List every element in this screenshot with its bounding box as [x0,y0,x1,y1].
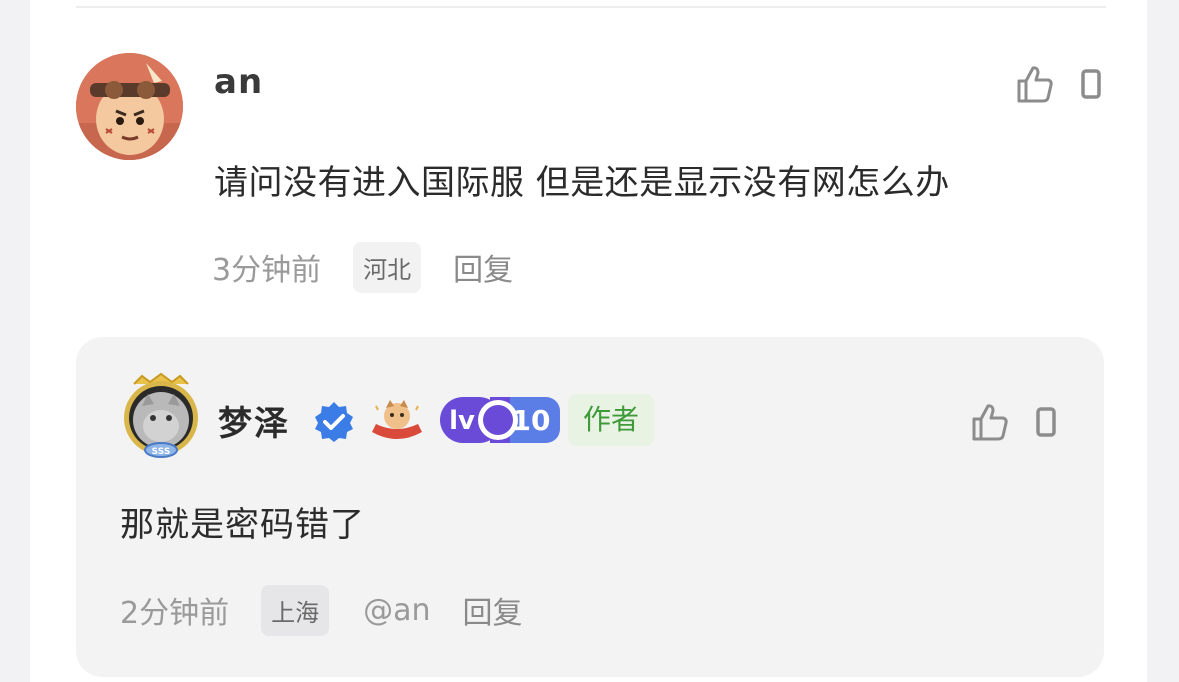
thumb-up-icon[interactable] [1016,64,1054,108]
event-badge-icon [368,394,426,448]
comment-meta: 2分钟前 上海 @an 回复 [120,584,523,636]
thumb-up-icon[interactable] [971,402,1009,446]
dislike-icon[interactable] [1035,406,1057,442]
cat-avatar-with-frame-icon: SSS [124,372,198,458]
top-divider [76,6,1106,8]
svg-text:SSS: SSS [152,447,171,457]
level-number: 10 [512,404,551,437]
reply-button[interactable]: 回复 [453,245,513,289]
region-tag: 河北 [353,241,422,293]
username[interactable]: 梦泽 [218,396,290,445]
username[interactable]: an [214,62,263,102]
level-badge: lv 10 [440,397,560,443]
cartoon-avatar-icon [76,53,183,160]
author-tag: 作者 [568,394,654,446]
user-avatar[interactable]: SSS [120,372,202,462]
comment-text: 请问没有进入国际服 但是还是显示没有网怎么办 [214,163,950,203]
user-avatar[interactable] [76,53,183,160]
level-prefix: lv [449,406,475,436]
reply-button[interactable]: 回复 [463,588,523,632]
comment-meta: 3分钟前 河北 回复 [212,241,513,293]
mention-link[interactable]: @an [363,593,430,628]
verified-check-icon [312,400,356,444]
comment-time: 3分钟前 [212,253,322,288]
region-tag: 上海 [261,584,330,636]
comment-text: 那就是密码错了 [120,505,365,545]
comment-time: 2分钟前 [120,596,230,631]
dislike-icon[interactable] [1080,68,1102,104]
